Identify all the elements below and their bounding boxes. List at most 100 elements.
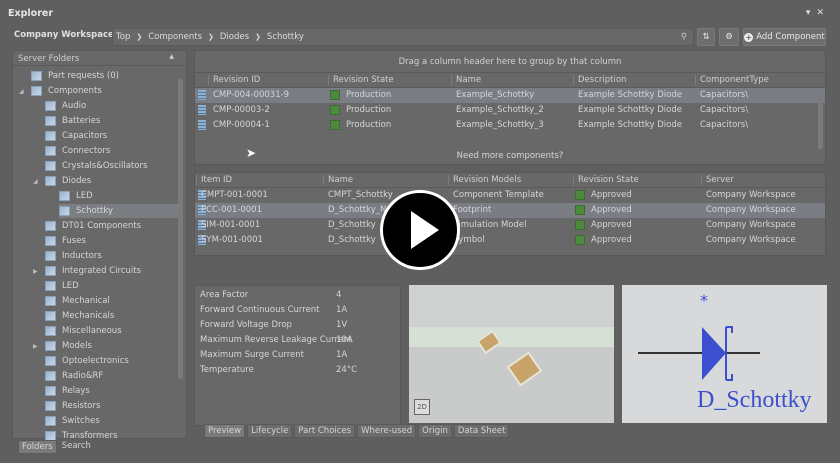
table-cell: Approved (591, 205, 632, 215)
table-row[interactable]: SIM-001-0001 D_Schottky Simulation Model Ap… (195, 218, 825, 233)
sidebar-item[interactable]: Connectors (45, 144, 110, 158)
tab-folders[interactable]: Folders (18, 440, 57, 454)
collapsed-arrow-icon[interactable]: ▶ (33, 343, 38, 350)
sidebar-item[interactable]: Diodes (45, 174, 91, 188)
column-header[interactable]: Revision State (573, 175, 639, 185)
add-component-button[interactable]: + Add Component (743, 28, 826, 46)
board-band (409, 327, 614, 347)
plus-circle-icon: + (744, 32, 754, 42)
sidebar-item[interactable]: Mechanical (45, 294, 110, 308)
table-cell: Footprint (453, 205, 492, 215)
footprint-preview[interactable]: 2D (409, 285, 614, 423)
collapsed-arrow-icon[interactable]: ▶ (33, 268, 38, 275)
breadcrumb-schottky[interactable]: Schottky (267, 32, 304, 42)
workspace-dropdown[interactable]: Company Workspace ▾ (14, 30, 121, 40)
tab-data-sheet[interactable]: Data Sheet (453, 424, 510, 438)
expanded-arrow-icon[interactable]: ◢ (19, 88, 24, 95)
sidebar-item[interactable]: Mechanicals (45, 309, 114, 323)
tab-preview[interactable]: Preview (204, 424, 246, 438)
play-video-button[interactable] (380, 190, 460, 270)
sidebar-item[interactable]: Batteries (45, 114, 100, 128)
sidebar-item[interactable]: Models (45, 339, 92, 353)
table-row[interactable]: CMP-00004-1 Production Example_Schottky_3 E… (195, 118, 825, 133)
folder-icon (45, 146, 56, 156)
sidebar-item[interactable]: Schottky (59, 204, 183, 218)
search-icon[interactable]: ⚲ (681, 32, 687, 42)
sidebar-item[interactable]: Miscellaneous (45, 324, 122, 338)
sidebar-item[interactable]: Resistors (45, 399, 100, 413)
folder-icon (45, 161, 56, 171)
tab-lifecycle[interactable]: Lifecycle (247, 424, 293, 438)
sidebar-item[interactable]: Capacitors (45, 129, 107, 143)
server-folders-panel: Server Folders ▲ Part requests (0) Compone… (12, 50, 187, 441)
window-controls[interactable]: ▾✕ (806, 8, 830, 18)
tab-search[interactable]: Search (59, 440, 94, 454)
sidebar-item-label: Components (48, 86, 102, 96)
sidebar-item[interactable]: Integrated Circuits (45, 264, 141, 278)
collapse-icon[interactable]: ▲ (169, 53, 174, 60)
sidebar-item[interactable]: Relays (45, 384, 90, 398)
chevron-right-icon: ❯ (208, 33, 214, 41)
sidebar-item[interactable]: Radio&RF (45, 369, 103, 383)
sidebar-item-label: Mechanicals (62, 311, 115, 321)
table-row[interactable]: CMPT-001-0001 CMPT_Schottky Component Temp… (195, 188, 825, 203)
server-folders-header: Server Folders ▲ (13, 51, 186, 66)
symbol-preview[interactable]: * D_Schottky (622, 285, 827, 423)
settings-button[interactable]: ⚙ (719, 28, 739, 46)
2d-toggle-button[interactable]: 2D (414, 399, 430, 415)
refresh-button[interactable]: ⇅ (697, 28, 715, 46)
sidebar-item[interactable]: DT01 Components (45, 219, 141, 233)
table-row[interactable]: PCC-001-0001 D_Schottky_N Footprint Approve… (195, 203, 825, 218)
dropdown-arrow-icon[interactable]: ▾ (806, 8, 817, 18)
column-header[interactable]: Name (323, 175, 353, 185)
folder-icon (45, 281, 56, 291)
column-header[interactable]: ComponentType (695, 75, 769, 85)
symbol-name: D_Schottky (697, 387, 812, 413)
sidebar-item-label: DT01 Components (62, 221, 142, 231)
sidebar-item[interactable]: Inductors (45, 249, 102, 263)
table-cell: Production (346, 90, 392, 100)
table-cell: PCC-001-0001 (201, 205, 262, 215)
sidebar-item[interactable]: Fuses (45, 234, 86, 248)
column-header[interactable]: Revision ID (208, 75, 260, 85)
breadcrumb[interactable]: Top ❯ Components ❯ Diodes ❯ Schottky ⚲ (112, 28, 694, 46)
breadcrumb-diodes[interactable]: Diodes (220, 32, 249, 42)
folder-icon (45, 131, 56, 141)
sidebar-item[interactable]: Switches (45, 414, 100, 428)
breadcrumb-components[interactable]: Components (148, 32, 202, 42)
column-header[interactable]: Item ID (196, 175, 232, 185)
sidebar-item[interactable]: Components (31, 84, 102, 98)
sidebar-item[interactable]: LED (45, 279, 79, 293)
sidebar-item[interactable]: LED (59, 189, 93, 203)
sidebar-scrollbar[interactable] (178, 79, 183, 379)
table-row[interactable]: CMP-00003-2 Production Example_Schottky_2 E… (195, 103, 825, 118)
breadcrumb-top[interactable]: Top (116, 32, 130, 42)
sidebar-item[interactable]: Audio (45, 99, 86, 113)
table-cell: Example Schottky Diode (578, 105, 682, 115)
sidebar-item[interactable]: Part requests (0) (31, 69, 119, 83)
column-header[interactable]: Name (451, 75, 481, 85)
components-scrollbar[interactable] (818, 99, 823, 149)
column-header[interactable]: Revision Models (448, 175, 521, 185)
sidebar-item[interactable]: Optoelectronics (45, 354, 129, 368)
sidebar-item[interactable]: Crystals&Oscillators (45, 159, 147, 173)
close-icon[interactable]: ✕ (816, 8, 830, 18)
folder-icon (45, 341, 56, 351)
column-header[interactable]: Description (573, 75, 626, 85)
column-header[interactable]: Server (701, 175, 734, 185)
parameter-name: Forward Voltage Drop (200, 320, 292, 330)
tab-part-choices[interactable]: Part Choices (294, 424, 356, 438)
tab-origin[interactable]: Origin (418, 424, 452, 438)
folder-icon (45, 311, 56, 321)
expanded-arrow-icon[interactable]: ◢ (33, 178, 38, 185)
tab-where-used[interactable]: Where-used (357, 424, 417, 438)
table-cell: Company Workspace (706, 205, 796, 215)
need-more-components-link[interactable]: Need more components? (195, 151, 825, 161)
parameter-name: Temperature (200, 365, 254, 375)
add-component-label: Add Component (756, 32, 825, 42)
table-cell: Company Workspace (706, 220, 796, 230)
table-row[interactable]: CMP-004-00031-9 Production Example_Schottk… (195, 88, 825, 103)
column-header[interactable]: Revision State (328, 75, 394, 85)
folder-icon (31, 86, 42, 96)
table-row[interactable]: SYM-001-0001 D_Schottky Symbol Approved Comp… (195, 233, 825, 248)
